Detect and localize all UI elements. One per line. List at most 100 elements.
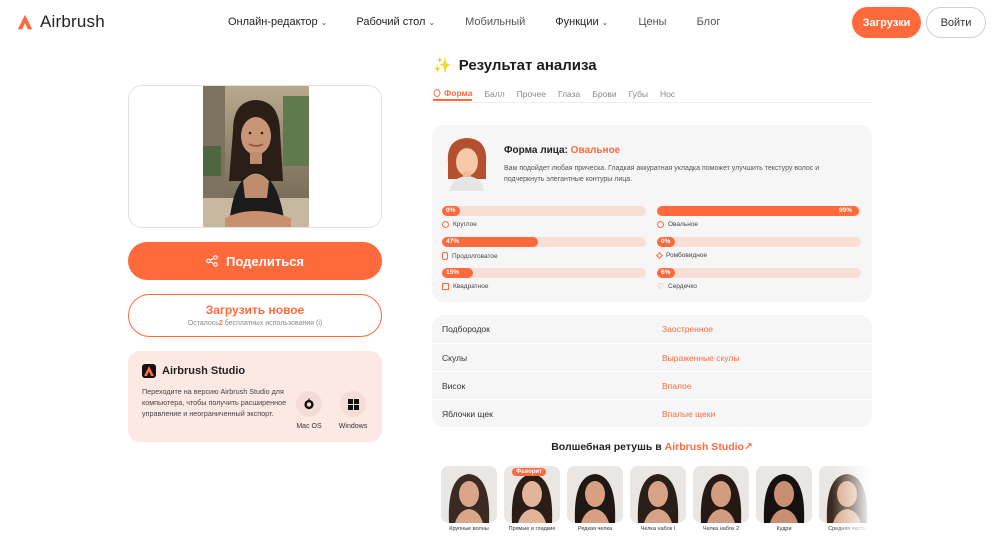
analysis-tabs: Форма Балл Прочее Глаза Брови Губы Нос xyxy=(433,87,871,103)
airbrush-logo-icon xyxy=(17,14,33,30)
hairstyle-thumbnail xyxy=(630,466,686,523)
face-shape-circle-icon xyxy=(657,221,664,228)
chevron-down-icon: ⌄ xyxy=(601,17,609,27)
hairstyle-option[interactable]: Кудри xyxy=(756,466,812,533)
bar-label: ♡ Сердечко xyxy=(657,282,861,291)
feature-value: Впалое xyxy=(662,380,692,391)
sparkle-icon: ✨ xyxy=(433,57,452,74)
magic-retouch-heading: Волшебная ретушь в Airbrush Studio↗ xyxy=(432,441,872,453)
bar-track: 0% xyxy=(657,237,861,247)
brand-name: Airbrush xyxy=(40,12,105,31)
nav-blog[interactable]: Блог xyxy=(697,16,721,28)
hairstyle-option[interactable]: Челка набок I xyxy=(630,466,686,533)
nav-pricing[interactable]: Цены xyxy=(638,16,666,28)
nav-label: Блог xyxy=(696,16,721,28)
download-windows[interactable]: Windows xyxy=(333,391,373,430)
studio-title: Airbrush Studio xyxy=(162,365,246,377)
face-shape-circle-icon xyxy=(442,221,449,228)
hairstyle-caption: Челка набок 2 xyxy=(702,526,740,532)
tab-lips[interactable]: Губы xyxy=(629,87,648,101)
face-shape-name: Продолговатое xyxy=(452,252,498,260)
bar-percent: 15% xyxy=(446,269,460,276)
face-shape-square-icon xyxy=(442,283,449,290)
tab-nose[interactable]: Нос xyxy=(660,87,675,101)
hairstyle-carousel[interactable]: Крупные волны Фаворит Прямые и гладкие Редк… xyxy=(441,466,872,543)
shape-probability-bar: 47% Продолговатое xyxy=(442,237,646,260)
hairstyle-thumbnail xyxy=(756,466,812,523)
tab-label: Губы xyxy=(628,89,648,99)
bar-percent: 47% xyxy=(446,238,460,245)
bar-percent: 99% xyxy=(839,207,853,214)
feature-table: Подбородок Заостренное Скулы Выраженные … xyxy=(432,315,872,427)
nav-features[interactable]: Функции ⌄ xyxy=(555,16,608,28)
face-shape-description: Вам подойдет любая прическа. Гладкая акк… xyxy=(504,165,820,183)
feature-value: Выраженные скулы xyxy=(662,352,740,363)
feature-key: Висок xyxy=(442,380,466,391)
chevron-down-icon: ⌄ xyxy=(320,17,328,27)
tab-label: Прочее xyxy=(516,89,546,99)
nav-label: Мобильный xyxy=(465,16,526,28)
studio-title-row: Airbrush Studio xyxy=(142,364,245,378)
hairstyle-thumbnail xyxy=(567,466,623,523)
face-shape-name: Квадратное xyxy=(453,283,489,290)
face-outline-icon xyxy=(433,89,441,97)
nav-mobile[interactable]: Мобильный xyxy=(465,16,525,28)
bar-percent: 0% xyxy=(661,238,671,245)
nav-label: Рабочий стол xyxy=(356,16,426,28)
hairstyle-caption: Крупные волны xyxy=(449,526,489,532)
result-title: Результат анализа xyxy=(458,56,597,74)
chevron-down-icon: ⌄ xyxy=(428,17,436,27)
table-row: Висок Впалое xyxy=(432,371,872,399)
bar-fill xyxy=(657,206,859,216)
hairstyle-option[interactable]: Крупные волны xyxy=(441,466,497,533)
hairstyle-thumbnail xyxy=(693,466,749,523)
hairstyle-caption: Кудри xyxy=(776,526,792,532)
magic-title-brand[interactable]: Airbrush Studio xyxy=(665,441,744,453)
feature-key: Скулы xyxy=(442,352,468,363)
hairstyle-option[interactable]: Редкая челка xyxy=(567,466,623,533)
feature-key: Яблочки щек xyxy=(442,408,493,419)
uploaded-photo xyxy=(203,86,309,227)
face-shape-label: Форма лица: xyxy=(504,145,568,156)
hairstyle-caption: Редкая челка xyxy=(577,526,613,532)
brand-logo[interactable]: Airbrush xyxy=(16,12,105,32)
feature-value: Впалые щеки xyxy=(662,408,716,419)
feature-key: Подбородок xyxy=(442,324,490,334)
tab-shape[interactable]: Форма xyxy=(433,87,473,101)
face-shape-name: Сердечко xyxy=(668,283,697,290)
top-header: Airbrush Онлайн-редактор ⌄ Рабочий стол … xyxy=(0,0,1000,44)
remaining-suffix: бесплатных использования xyxy=(222,320,315,327)
feature-value: Заостренное xyxy=(662,324,714,334)
tab-brows[interactable]: Брови xyxy=(592,87,616,101)
tab-score[interactable]: Балл xyxy=(484,87,504,101)
bar-label: Квадратное xyxy=(442,283,646,290)
nav-desktop[interactable]: Рабочий стол ⌄ xyxy=(356,16,435,28)
uploads-button[interactable]: Загрузки xyxy=(852,7,921,38)
shape-probability-bar: 6% ♡ Сердечко xyxy=(657,268,861,291)
bar-track: 6% xyxy=(657,268,861,278)
tab-eyes[interactable]: Глаза xyxy=(558,87,580,101)
hairstyle-option[interactable]: Челка набок 2 xyxy=(693,466,749,533)
face-shape-name: Ромбовидное xyxy=(666,252,708,259)
face-shape-value: Овальное xyxy=(570,145,621,156)
upload-new-button[interactable]: Загрузить новое Осталось2 бесплатных исп… xyxy=(128,294,382,337)
share-button[interactable]: Поделиться xyxy=(128,242,382,280)
info-icon[interactable]: (i) xyxy=(316,320,322,327)
nav-label: Функции xyxy=(555,16,599,28)
login-button[interactable]: Войти xyxy=(926,7,986,38)
face-shape-heart-icon: ♡ xyxy=(657,282,665,291)
download-macos[interactable]: Mac OS xyxy=(289,391,329,430)
bar-track: 99% xyxy=(657,206,861,216)
upload-new-label: Загрузить новое xyxy=(205,303,305,317)
tab-other[interactable]: Прочее xyxy=(517,87,546,101)
studio-logo-icon xyxy=(142,364,156,378)
bar-label: Круглое xyxy=(442,221,646,228)
external-link-icon[interactable]: ↗ xyxy=(744,441,753,453)
face-avatar-icon xyxy=(447,138,487,191)
bar-label: Овальное xyxy=(657,221,861,228)
hairstyle-option[interactable]: Фаворит Прямые и гладкие xyxy=(504,466,560,533)
bar-track: 0% xyxy=(442,206,646,216)
bar-track: 15% xyxy=(442,268,646,278)
nav-online-editor[interactable]: Онлайн-редактор ⌄ xyxy=(228,16,327,28)
main-nav: Онлайн-редактор ⌄ Рабочий стол ⌄ Мобильн… xyxy=(228,16,720,28)
